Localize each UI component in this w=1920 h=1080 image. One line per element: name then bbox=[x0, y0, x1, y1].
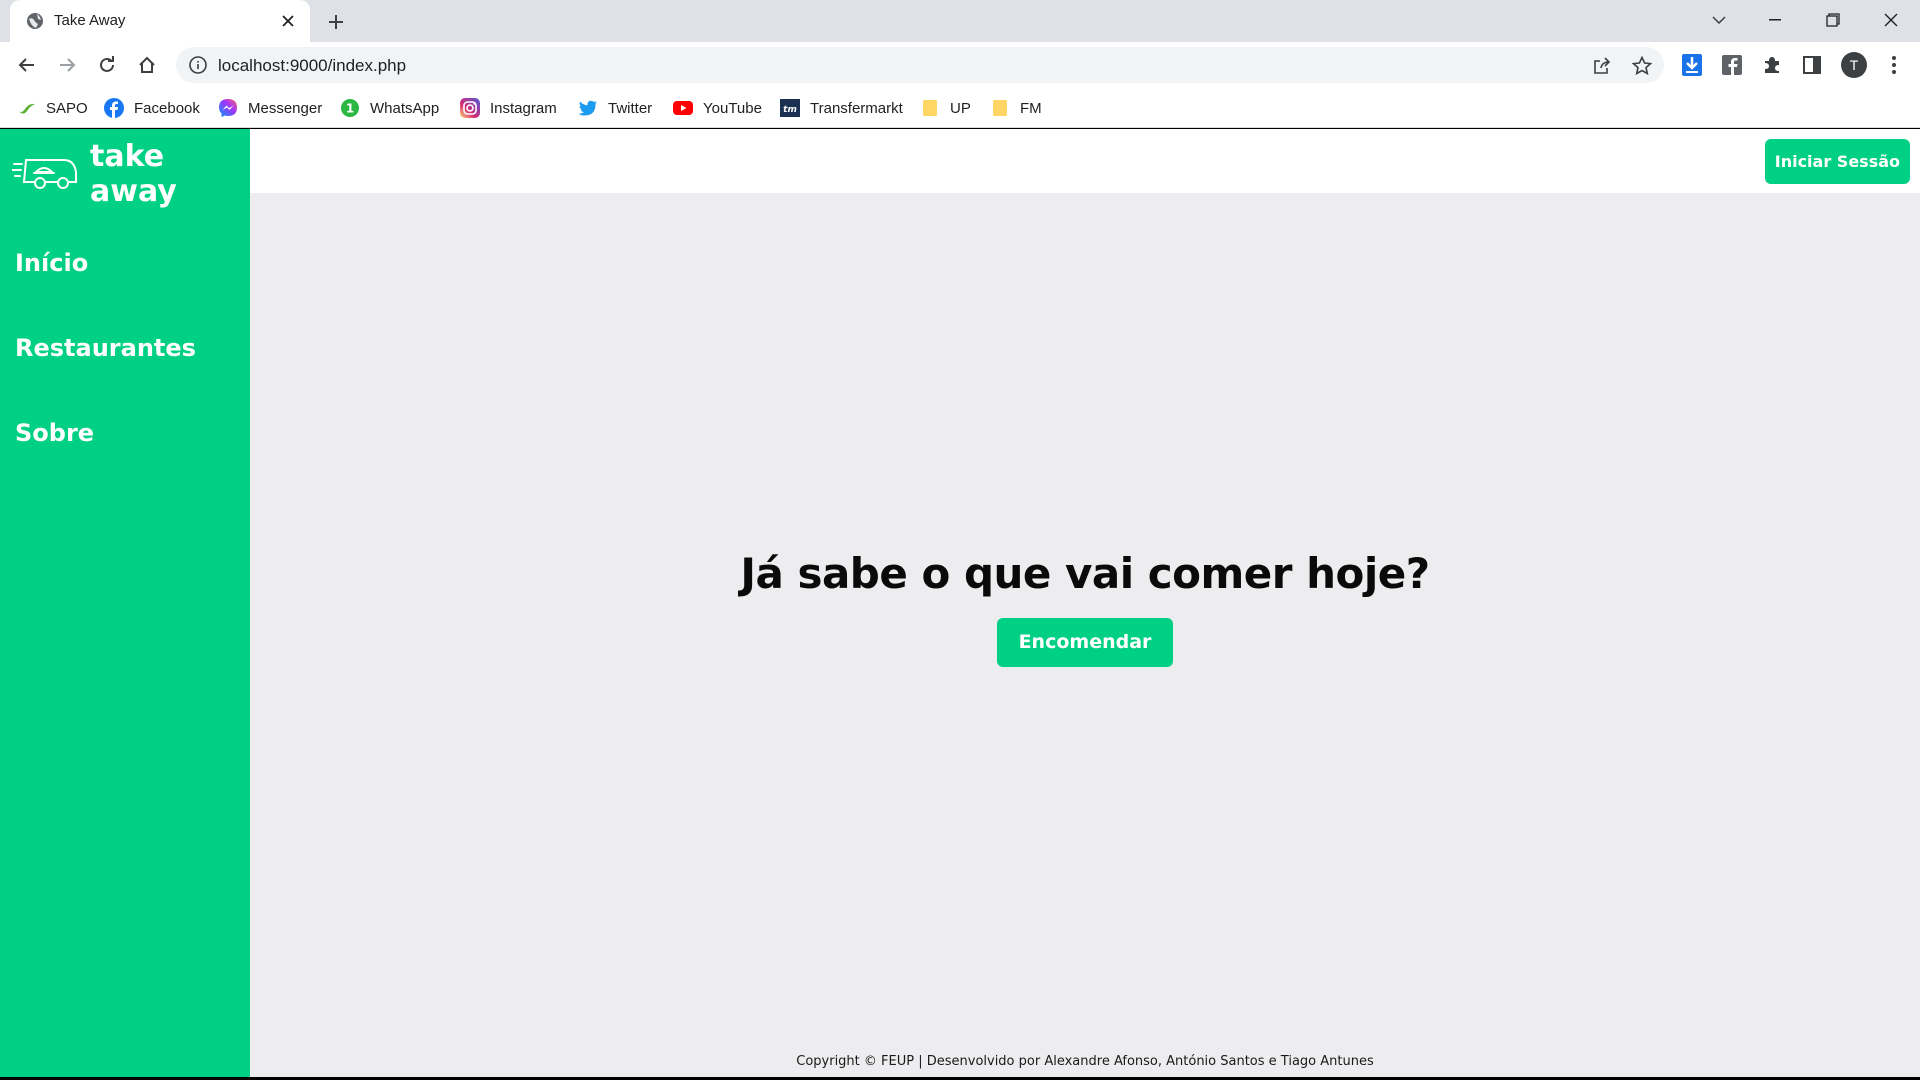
instagram-icon bbox=[460, 98, 480, 118]
svg-text:tm: tm bbox=[783, 105, 797, 115]
close-window-button[interactable] bbox=[1868, 4, 1914, 36]
bookmark-label: Transfermarkt bbox=[810, 99, 903, 117]
bookmark-label: FM bbox=[1020, 99, 1042, 117]
site-logo[interactable]: take away bbox=[11, 139, 250, 209]
browser-toolbar: localhost:9000/index.php T bbox=[0, 42, 1920, 88]
forward-icon[interactable] bbox=[52, 50, 82, 80]
tab-title: Take Away bbox=[54, 12, 126, 29]
more-menu-icon[interactable] bbox=[1882, 53, 1906, 77]
folder-icon bbox=[920, 98, 940, 118]
delivery-truck-icon bbox=[11, 152, 78, 197]
browser-tab[interactable]: Take Away bbox=[10, 0, 310, 42]
bookmark-sapo[interactable]: SAPO bbox=[16, 97, 88, 119]
facebook-icon bbox=[104, 98, 124, 118]
login-button[interactable]: Iniciar Sessão bbox=[1764, 139, 1910, 184]
bookmark-label: Facebook bbox=[134, 99, 200, 117]
site-header: Iniciar Sessão bbox=[250, 129, 1920, 193]
share-icon[interactable] bbox=[1590, 54, 1614, 78]
bookmark-star-icon[interactable] bbox=[1630, 54, 1654, 78]
facebook-extension-icon[interactable] bbox=[1720, 53, 1744, 77]
bookmark-messenger[interactable]: Messenger bbox=[218, 97, 322, 119]
bookmark-label: Instagram bbox=[490, 99, 557, 117]
minimize-button[interactable] bbox=[1752, 4, 1798, 36]
download-extension-icon[interactable] bbox=[1680, 53, 1704, 77]
whatsapp-icon: 1 bbox=[340, 98, 360, 118]
reload-icon[interactable] bbox=[92, 50, 122, 80]
restore-button[interactable] bbox=[1810, 4, 1856, 36]
url-text: localhost:9000/index.php bbox=[218, 56, 407, 75]
folder-icon bbox=[990, 98, 1010, 118]
web-page: take away Início Restaurantes Sobre Inic… bbox=[0, 129, 1920, 1077]
bookmark-folder-fm[interactable]: FM bbox=[990, 97, 1042, 119]
youtube-icon bbox=[673, 98, 693, 118]
nav-link-sobre[interactable]: Sobre bbox=[15, 419, 94, 447]
bookmark-twitter[interactable]: Twitter bbox=[578, 97, 652, 119]
nav-link-inicio[interactable]: Início bbox=[15, 249, 88, 277]
twitter-icon bbox=[578, 98, 598, 118]
extensions-puzzle-icon[interactable] bbox=[1760, 53, 1784, 77]
bookmark-youtube[interactable]: YouTube bbox=[673, 97, 762, 119]
svg-text:1: 1 bbox=[346, 102, 354, 116]
bookmark-label: Messenger bbox=[248, 99, 323, 117]
nav-link-restaurantes[interactable]: Restaurantes bbox=[15, 334, 196, 362]
logo-text: take away bbox=[90, 139, 177, 209]
hero-title: Já sabe o que vai comer hoje? bbox=[740, 549, 1430, 598]
profile-initial: T bbox=[1849, 57, 1859, 73]
order-button[interactable]: Encomendar bbox=[996, 618, 1174, 667]
home-icon[interactable] bbox=[132, 50, 162, 80]
bookmark-label: WhatsApp bbox=[370, 99, 440, 117]
back-icon[interactable] bbox=[12, 50, 42, 80]
tab-strip: Take Away bbox=[0, 0, 1920, 42]
bookmark-whatsapp[interactable]: 1 WhatsApp bbox=[340, 97, 439, 119]
bookmarks-bar: SAPO Facebook Messenger 1 WhatsApp Insta… bbox=[0, 88, 1920, 128]
bookmark-transfermarkt[interactable]: tm Transfermarkt bbox=[780, 97, 903, 119]
bookmark-label: YouTube bbox=[703, 99, 762, 117]
bookmark-label: Twitter bbox=[608, 99, 653, 117]
bookmark-instagram[interactable]: Instagram bbox=[460, 97, 557, 119]
footer-copyright: Copyright © FEUP | Desenvolvido por Alex… bbox=[796, 1054, 1374, 1069]
sidebar: take away Início Restaurantes Sobre bbox=[0, 129, 250, 1077]
transfermarkt-icon: tm bbox=[780, 98, 800, 118]
sapo-icon bbox=[16, 98, 36, 118]
profile-avatar[interactable]: T bbox=[1840, 51, 1868, 79]
tab-search-icon[interactable] bbox=[1696, 4, 1742, 36]
bookmark-folder-up[interactable]: UP bbox=[920, 97, 971, 119]
messenger-icon bbox=[218, 98, 238, 118]
close-tab-icon[interactable] bbox=[276, 9, 300, 33]
side-panel-icon[interactable] bbox=[1800, 53, 1824, 77]
globe-icon bbox=[26, 12, 44, 30]
address-bar[interactable]: localhost:9000/index.php bbox=[176, 47, 1664, 83]
hero-section: Já sabe o que vai comer hoje? Encomendar bbox=[250, 549, 1920, 667]
bookmark-label: SAPO bbox=[46, 99, 88, 117]
bookmark-facebook[interactable]: Facebook bbox=[104, 97, 200, 119]
info-icon[interactable] bbox=[188, 55, 208, 75]
new-tab-button[interactable] bbox=[322, 9, 350, 35]
bookmark-label: UP bbox=[950, 99, 971, 117]
